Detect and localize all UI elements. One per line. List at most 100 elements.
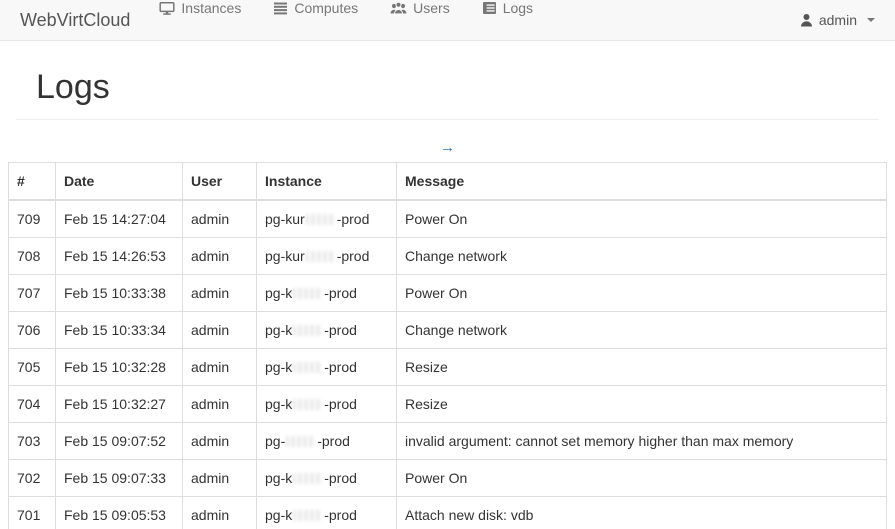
log-user-cell: admin [183, 275, 257, 312]
log-instance-cell: pg-kur -prod [257, 238, 397, 275]
instance-name-suffix: -prod [317, 433, 350, 449]
instance-name-prefix: pg-k [265, 322, 292, 338]
main-content: Logs → # Date User Instance Message 709F… [0, 68, 895, 529]
logs-table: # Date User Instance Message 709Feb 15 1… [8, 162, 887, 529]
instance-name-redacted [293, 510, 323, 521]
chevron-down-icon [867, 18, 875, 22]
journal-icon [482, 1, 497, 15]
nav-item-label: Logs [503, 0, 533, 16]
log-date-cell: Feb 15 14:26:53 [56, 238, 183, 275]
table-row: 706Feb 15 10:33:34adminpg-k-prodChange n… [9, 312, 887, 349]
log-message-cell: Resize [397, 386, 887, 423]
column-header-date: Date [56, 163, 183, 201]
instance-name-suffix: -prod [324, 359, 357, 375]
log-instance-cell: pg-kur-prod [257, 200, 397, 238]
log-instance-cell: pg-k-prod [257, 349, 397, 386]
log-id-cell: 705 [9, 349, 56, 386]
user-icon [800, 13, 813, 27]
pagination: → [16, 139, 879, 159]
log-instance-cell: pg-k-prod [257, 275, 397, 312]
table-row: 709Feb 15 14:27:04adminpg-kur-prodPower … [9, 200, 887, 238]
log-date-cell: Feb 15 09:07:52 [56, 423, 183, 460]
log-id-cell: 709 [9, 200, 56, 238]
nav-item-users[interactable]: Users [374, 0, 466, 16]
log-user-cell: admin [183, 200, 257, 238]
instance-name-redacted [286, 436, 316, 447]
nav-item-instances[interactable]: Instances [143, 0, 257, 16]
column-header-instance: Instance [257, 163, 397, 201]
log-message-cell: Power On [397, 460, 887, 497]
table-row: 707Feb 15 10:33:38adminpg-k-prodPower On [9, 275, 887, 312]
user-menu-label: admin [819, 12, 857, 28]
log-date-cell: Feb 15 09:05:53 [56, 497, 183, 529]
instance-name-redacted [293, 362, 323, 373]
log-date-cell: Feb 15 10:33:38 [56, 275, 183, 312]
main-nav: Instances Computes [143, 0, 549, 40]
nav-item-label: Computes [294, 0, 358, 16]
log-user-cell: admin [183, 423, 257, 460]
desktop-icon [159, 1, 175, 16]
page-title: Logs [36, 68, 875, 107]
instance-name-redacted [306, 214, 336, 225]
table-row: 702Feb 15 09:07:33adminpg-k-prodPower On [9, 460, 887, 497]
title-divider [16, 119, 879, 120]
column-header-number: # [9, 163, 56, 201]
log-id-cell: 708 [9, 238, 56, 275]
instance-name-redacted [293, 288, 323, 299]
server-list-icon [273, 1, 288, 15]
brand-link[interactable]: WebVirtCloud [0, 0, 143, 40]
column-header-message: Message [397, 163, 887, 201]
log-user-cell: admin [183, 349, 257, 386]
next-page-link[interactable]: → [440, 139, 455, 156]
log-instance-cell: pg-k -prod [257, 497, 397, 529]
instance-name-suffix: -prod [324, 470, 357, 486]
log-user-cell: admin [183, 312, 257, 349]
log-id-cell: 706 [9, 312, 56, 349]
log-message-cell: Change network [397, 238, 887, 275]
log-user-cell: admin [183, 386, 257, 423]
nav-item-label: Instances [181, 0, 241, 16]
nav-item-logs[interactable]: Logs [466, 0, 549, 16]
log-id-cell: 704 [9, 386, 56, 423]
log-instance-cell: pg- -prod [257, 423, 397, 460]
instance-name-prefix: pg- [265, 433, 285, 449]
instance-name-redacted [293, 399, 323, 410]
log-date-cell: Feb 15 14:27:04 [56, 200, 183, 238]
table-row: 705Feb 15 10:32:28adminpg-k-prodResize [9, 349, 887, 386]
instance-name-suffix: -prod [337, 248, 370, 264]
table-row: 704Feb 15 10:32:27admin pg-k -prod Resize [9, 386, 887, 423]
log-message-cell: Attach new disk: vdb [397, 497, 887, 529]
instance-name-prefix: pg-k [265, 470, 292, 486]
log-id-cell: 703 [9, 423, 56, 460]
log-user-cell: admin [183, 460, 257, 497]
table-header-row: # Date User Instance Message [9, 163, 887, 201]
log-user-cell: admin [183, 238, 257, 275]
instance-name-prefix: pg-kur [265, 248, 305, 264]
log-message-cell: invalid argument: cannot set memory high… [397, 423, 887, 460]
log-id-cell: 701 [9, 497, 56, 529]
log-message-cell: Power On [397, 200, 887, 238]
log-instance-cell: pg-k -prod [257, 460, 397, 497]
instance-name-redacted [293, 473, 323, 484]
log-date-cell: Feb 15 09:07:33 [56, 460, 183, 497]
log-message-cell: Resize [397, 349, 887, 386]
navbar-right: admin [784, 0, 895, 40]
instance-name-prefix: pg-k [265, 396, 292, 412]
nav-item-computes[interactable]: Computes [257, 0, 374, 16]
table-row: 708Feb 15 14:26:53admin pg-kur -prod Change… [9, 238, 887, 275]
top-navbar: WebVirtCloud Instances [0, 0, 895, 41]
instance-name-prefix: pg-k [265, 285, 292, 301]
user-menu[interactable]: admin [784, 0, 895, 40]
log-id-cell: 707 [9, 275, 56, 312]
instance-name-redacted [293, 325, 323, 336]
instance-name-suffix: -prod [324, 507, 357, 523]
instance-name-prefix: pg-k [265, 507, 292, 523]
logs-table-body: 709Feb 15 14:27:04adminpg-kur-prodPower … [9, 200, 887, 529]
log-message-cell: Change network [397, 312, 887, 349]
instance-name-prefix: pg-kur [265, 211, 305, 227]
users-icon [390, 1, 407, 15]
log-date-cell: Feb 15 10:33:34 [56, 312, 183, 349]
instance-name-suffix: -prod [324, 396, 357, 412]
table-row: 703Feb 15 09:07:52admin pg- -prod invalid a… [9, 423, 887, 460]
log-date-cell: Feb 15 10:32:27 [56, 386, 183, 423]
